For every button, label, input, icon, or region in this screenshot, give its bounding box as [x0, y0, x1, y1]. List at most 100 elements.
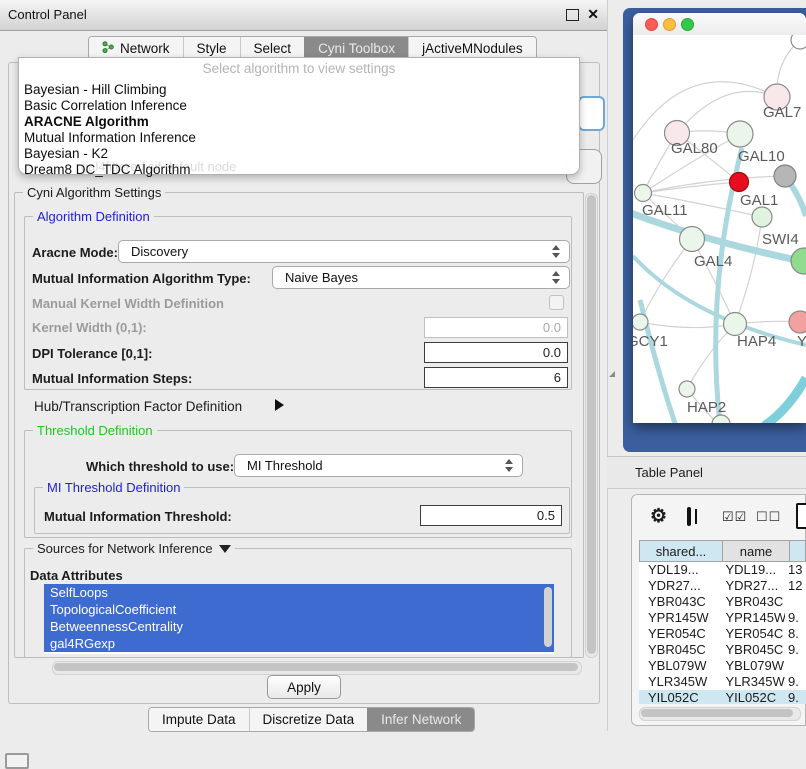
tab-impute-data[interactable]: Impute Data: [149, 708, 249, 731]
select-all-icon[interactable]: ☑☑: [722, 509, 747, 525]
table-row[interactable]: YBR045CYBR045C9.: [639, 642, 806, 658]
list-item[interactable]: gal4RGexp: [44, 635, 554, 652]
kernel-width-label: Kernel Width (0,1):: [32, 320, 147, 335]
table-row[interactable]: YPR145WYPR145W9.: [639, 610, 806, 626]
table-row[interactable]: YER054CYER054C8.: [639, 626, 806, 642]
node-label: GCY1: [633, 333, 668, 350]
aracne-mode-combo[interactable]: Discovery: [118, 240, 570, 263]
which-threshold-combo[interactable]: MI Threshold: [234, 454, 523, 477]
node-label: GAL4: [694, 253, 732, 270]
aracne-mode-value: Discovery: [131, 244, 188, 259]
table-row[interactable]: YBR043CYBR043C: [639, 594, 806, 610]
table-panel-title: Table Panel: [635, 465, 703, 480]
node-gal4[interactable]: [680, 227, 705, 252]
manual-kernel-label: Manual Kernel Width Definition: [32, 296, 224, 311]
control-panel-titlebar: Control Panel ✕: [0, 0, 607, 31]
column-header-shared[interactable]: shared...: [639, 540, 723, 562]
node-hap2[interactable]: [679, 381, 695, 397]
algorithm-dropdown: Select algorithm to view settings Bayesi…: [18, 57, 580, 175]
hub-definition-label[interactable]: Hub/Transcription Factor Definition: [34, 399, 242, 414]
close-icon[interactable]: ✕: [587, 6, 599, 23]
table-row-selected[interactable]: YIL052CYIL052C9.: [639, 690, 806, 704]
table-row[interactable]: YLR345WYLR345W9.: [639, 674, 806, 690]
data-attributes-label: Data Attributes: [30, 568, 123, 583]
node-gal11[interactable]: [635, 185, 652, 202]
zoom-button[interactable]: [681, 18, 694, 31]
tab-discretize-data[interactable]: Discretize Data: [249, 708, 368, 731]
collapse-down-icon[interactable]: [219, 545, 231, 553]
node-label: HAP2: [687, 399, 726, 416]
node-label: GAL80: [671, 140, 718, 157]
list-item[interactable]: SelfLoops: [44, 584, 554, 601]
apply-button[interactable]: Apply: [267, 675, 341, 699]
node-gal1[interactable]: [752, 207, 772, 227]
dropdown-item-selected[interactable]: ARACNE Algorithm: [19, 114, 579, 130]
node-salmon[interactable]: [789, 311, 806, 333]
node-label: GAL10: [738, 148, 785, 165]
dropdown-item[interactable]: Basic Correlation Inference: [19, 98, 579, 114]
dropdown-prompt: Select algorithm to view settings: [19, 61, 579, 76]
network-icon: [102, 41, 114, 56]
node[interactable]: [712, 415, 730, 423]
column-header-partial[interactable]: [789, 540, 806, 562]
node-swi4[interactable]: [791, 248, 806, 274]
node-gal10[interactable]: [727, 121, 753, 147]
mi-threshold-group-title: MI Threshold Definition: [43, 480, 184, 495]
minimize-button[interactable]: [663, 18, 676, 31]
list-item[interactable]: BetweennessCentrality: [44, 618, 554, 635]
column-header-name[interactable]: name: [722, 540, 790, 562]
network-window-titlebar: [633, 13, 806, 36]
network-graph: GAL7 GAL80 GAL10 GAL11 GAL1 SWI4 GAL4 GC…: [633, 35, 806, 423]
splitter-handle-icon[interactable]: [609, 371, 615, 377]
table-panel-header: Table Panel: [607, 456, 806, 489]
spinner-arrows-icon: [505, 459, 513, 473]
float-window-icon[interactable]: [566, 9, 579, 21]
mi-type-value: Naive Bayes: [285, 270, 358, 285]
cyni-algorithm-settings-title: Cyni Algorithm Settings: [23, 185, 165, 200]
kernel-width-field[interactable]: 0.0: [424, 317, 568, 338]
gear-icon[interactable]: ⚙: [650, 505, 667, 528]
node-red[interactable]: [730, 173, 749, 192]
spinner-arrows-icon: [552, 271, 560, 285]
mi-type-combo[interactable]: Naive Bayes: [272, 266, 570, 289]
columns-icon[interactable]: [687, 507, 691, 526]
node-gray[interactable]: [774, 165, 796, 187]
sources-group-title-wrap: Sources for Network Inference: [33, 541, 235, 556]
list-item[interactable]: TopologicalCoefficient: [44, 601, 554, 618]
node-gcy1[interactable]: [633, 314, 648, 330]
node-label: GAL7: [763, 104, 801, 121]
mi-threshold-field[interactable]: 0.5: [420, 505, 562, 526]
table-row[interactable]: YDR27...YDR27...12: [639, 578, 806, 594]
aracne-mode-label: Aracne Mode:: [32, 245, 118, 260]
node-label: SWI4: [762, 231, 799, 248]
tab-network-label: Network: [120, 41, 170, 56]
settings-hscrollbar[interactable]: [52, 661, 582, 675]
which-threshold-label: Which threshold to use:: [86, 459, 234, 474]
table-row[interactable]: YDL19...YDL19...13: [639, 562, 806, 578]
which-threshold-value: MI Threshold: [247, 458, 323, 473]
dropdown-item[interactable]: Mutual Information Inference: [19, 130, 579, 146]
close-button[interactable]: [645, 18, 658, 31]
minimized-panel-icon[interactable]: [5, 753, 29, 769]
list-scrollbar[interactable]: [544, 587, 552, 647]
deselect-all-icon[interactable]: ☐☐: [756, 509, 781, 525]
manual-kernel-checkbox[interactable]: [549, 295, 564, 310]
bottom-tabbar: Impute Data Discretize Data Infer Networ…: [148, 707, 475, 732]
table-row[interactable]: YBL079WYBL079W: [639, 658, 806, 674]
dpi-tolerance-field[interactable]: 0.0: [424, 342, 568, 363]
ghost-combo-text: gal4filtered.sif default node: [81, 159, 236, 174]
mi-steps-field[interactable]: 6: [424, 367, 568, 388]
spinner-arrows-icon: [552, 245, 560, 259]
mi-steps-label: Mutual Information Steps:: [32, 371, 192, 386]
threshold-definition-title: Threshold Definition: [33, 423, 157, 438]
network-canvas[interactable]: GAL7 GAL80 GAL10 GAL11 GAL1 SWI4 GAL4 GC…: [633, 35, 806, 423]
dropdown-item[interactable]: Bayesian - Hill Climbing: [19, 82, 579, 98]
node-label: Y: [797, 333, 806, 350]
mi-threshold-label: Mutual Information Threshold:: [44, 509, 232, 524]
tab-infer-network[interactable]: Infer Network: [367, 708, 474, 731]
expand-right-icon[interactable]: [275, 399, 284, 411]
sources-title[interactable]: Sources for Network Inference: [37, 541, 213, 556]
settings-vscrollbar[interactable]: [585, 193, 598, 658]
table-hscrollbar[interactable]: [639, 707, 801, 721]
function-builder-icon[interactable]: [796, 503, 806, 529]
